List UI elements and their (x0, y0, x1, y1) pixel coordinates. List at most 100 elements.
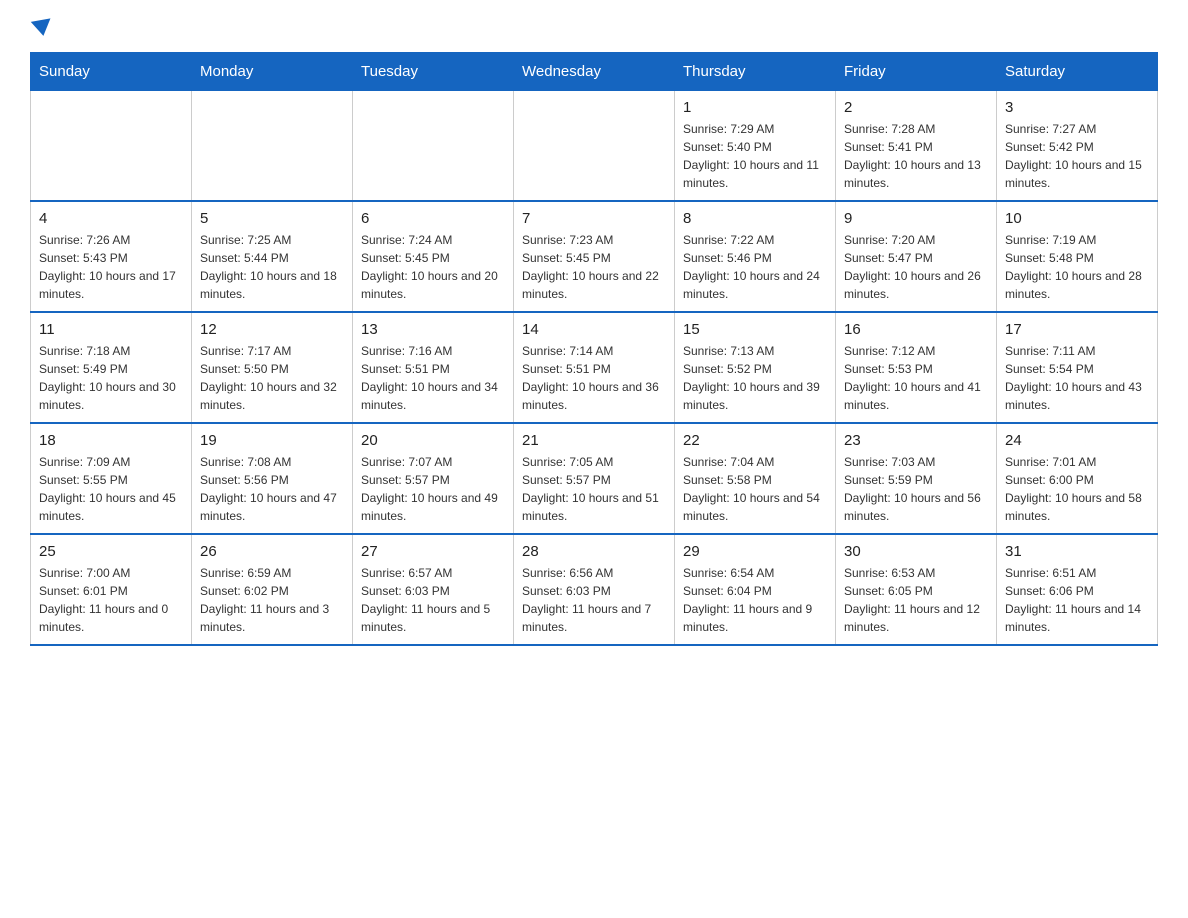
calendar-cell: 3 Sunrise: 7:27 AM Sunset: 5:42 PM Daylig… (997, 91, 1158, 202)
calendar-cell: 15 Sunrise: 7:13 AM Sunset: 5:52 PM Dayli… (675, 312, 836, 423)
calendar-week-row: 4 Sunrise: 7:26 AM Sunset: 5:43 PM Daylig… (31, 201, 1158, 312)
calendar-week-row: 1 Sunrise: 7:29 AM Sunset: 5:40 PM Daylig… (31, 91, 1158, 202)
calendar-cell: 16 Sunrise: 7:12 AM Sunset: 5:53 PM Dayli… (836, 312, 997, 423)
day-info: Sunrise: 7:27 AM Sunset: 5:42 PM Dayligh… (1005, 120, 1149, 192)
calendar-cell: 12 Sunrise: 7:17 AM Sunset: 5:50 PM Dayli… (192, 312, 353, 423)
day-number: 17 (1005, 321, 1149, 338)
day-info: Sunrise: 7:13 AM Sunset: 5:52 PM Dayligh… (683, 342, 827, 414)
day-info: Sunrise: 7:23 AM Sunset: 5:45 PM Dayligh… (522, 231, 666, 303)
calendar-cell: 11 Sunrise: 7:18 AM Sunset: 5:49 PM Dayli… (31, 312, 192, 423)
day-info: Sunrise: 7:28 AM Sunset: 5:41 PM Dayligh… (844, 120, 988, 192)
day-number: 12 (200, 321, 344, 338)
day-number: 11 (39, 321, 183, 338)
day-info: Sunrise: 7:14 AM Sunset: 5:51 PM Dayligh… (522, 342, 666, 414)
calendar-cell (514, 91, 675, 202)
day-number: 31 (1005, 543, 1149, 560)
calendar-cell: 24 Sunrise: 7:01 AM Sunset: 6:00 PM Dayli… (997, 423, 1158, 534)
day-number: 25 (39, 543, 183, 560)
day-number: 5 (200, 210, 344, 227)
calendar-cell: 9Sunrise: 7:20 AM Sunset: 5:47 PM Daylig… (836, 201, 997, 312)
day-info: Sunrise: 7:00 AM Sunset: 6:01 PM Dayligh… (39, 564, 183, 636)
calendar-cell: 23 Sunrise: 7:03 AM Sunset: 5:59 PM Dayli… (836, 423, 997, 534)
day-number: 30 (844, 543, 988, 560)
day-number: 13 (361, 321, 505, 338)
day-number: 18 (39, 432, 183, 449)
day-number: 2 (844, 99, 988, 116)
day-info: Sunrise: 6:51 AM Sunset: 6:06 PM Dayligh… (1005, 564, 1149, 636)
calendar-cell (31, 91, 192, 202)
day-info: Sunrise: 7:09 AM Sunset: 5:55 PM Dayligh… (39, 453, 183, 525)
calendar-cell: 26Sunrise: 6:59 AM Sunset: 6:02 PM Dayli… (192, 534, 353, 645)
day-info: Sunrise: 6:57 AM Sunset: 6:03 PM Dayligh… (361, 564, 505, 636)
day-number: 16 (844, 321, 988, 338)
calendar-cell: 4 Sunrise: 7:26 AM Sunset: 5:43 PM Daylig… (31, 201, 192, 312)
day-number: 4 (39, 210, 183, 227)
col-header-wednesday: Wednesday (514, 53, 675, 91)
day-number: 27 (361, 543, 505, 560)
calendar-header-row: SundayMondayTuesdayWednesdayThursdayFrid… (31, 53, 1158, 91)
page-header (30, 20, 1158, 32)
day-number: 28 (522, 543, 666, 560)
col-header-tuesday: Tuesday (353, 53, 514, 91)
day-number: 10 (1005, 210, 1149, 227)
calendar-table: SundayMondayTuesdayWednesdayThursdayFrid… (30, 52, 1158, 646)
calendar-cell: 13Sunrise: 7:16 AM Sunset: 5:51 PM Dayli… (353, 312, 514, 423)
calendar-cell: 28Sunrise: 6:56 AM Sunset: 6:03 PM Dayli… (514, 534, 675, 645)
day-number: 24 (1005, 432, 1149, 449)
calendar-cell: 18 Sunrise: 7:09 AM Sunset: 5:55 PM Dayli… (31, 423, 192, 534)
day-info: Sunrise: 7:24 AM Sunset: 5:45 PM Dayligh… (361, 231, 505, 303)
calendar-cell: 2 Sunrise: 7:28 AM Sunset: 5:41 PM Daylig… (836, 91, 997, 202)
calendar-week-row: 18 Sunrise: 7:09 AM Sunset: 5:55 PM Dayli… (31, 423, 1158, 534)
day-number: 23 (844, 432, 988, 449)
day-info: Sunrise: 7:03 AM Sunset: 5:59 PM Dayligh… (844, 453, 988, 525)
day-info: Sunrise: 6:54 AM Sunset: 6:04 PM Dayligh… (683, 564, 827, 636)
calendar-cell: 19 Sunrise: 7:08 AM Sunset: 5:56 PM Dayli… (192, 423, 353, 534)
day-info: Sunrise: 7:01 AM Sunset: 6:00 PM Dayligh… (1005, 453, 1149, 525)
day-number: 26 (200, 543, 344, 560)
day-info: Sunrise: 7:12 AM Sunset: 5:53 PM Dayligh… (844, 342, 988, 414)
day-info: Sunrise: 7:26 AM Sunset: 5:43 PM Dayligh… (39, 231, 183, 303)
day-number: 22 (683, 432, 827, 449)
day-info: Sunrise: 6:53 AM Sunset: 6:05 PM Dayligh… (844, 564, 988, 636)
day-number: 7 (522, 210, 666, 227)
day-info: Sunrise: 7:29 AM Sunset: 5:40 PM Dayligh… (683, 120, 827, 192)
day-info: Sunrise: 7:11 AM Sunset: 5:54 PM Dayligh… (1005, 342, 1149, 414)
day-number: 14 (522, 321, 666, 338)
day-number: 1 (683, 99, 827, 116)
day-info: Sunrise: 7:04 AM Sunset: 5:58 PM Dayligh… (683, 453, 827, 525)
calendar-cell: 6Sunrise: 7:24 AM Sunset: 5:45 PM Daylig… (353, 201, 514, 312)
calendar-cell: 29 Sunrise: 6:54 AM Sunset: 6:04 PM Dayli… (675, 534, 836, 645)
calendar-cell: 14 Sunrise: 7:14 AM Sunset: 5:51 PM Dayli… (514, 312, 675, 423)
day-info: Sunrise: 7:25 AM Sunset: 5:44 PM Dayligh… (200, 231, 344, 303)
day-info: Sunrise: 7:22 AM Sunset: 5:46 PM Dayligh… (683, 231, 827, 303)
calendar-cell: 30 Sunrise: 6:53 AM Sunset: 6:05 PM Dayli… (836, 534, 997, 645)
calendar-cell (192, 91, 353, 202)
col-header-thursday: Thursday (675, 53, 836, 91)
day-info: Sunrise: 7:17 AM Sunset: 5:50 PM Dayligh… (200, 342, 344, 414)
logo-text (30, 20, 54, 36)
day-number: 15 (683, 321, 827, 338)
calendar-cell: 27 Sunrise: 6:57 AM Sunset: 6:03 PM Dayli… (353, 534, 514, 645)
day-number: 29 (683, 543, 827, 560)
calendar-cell: 7 Sunrise: 7:23 AM Sunset: 5:45 PM Daylig… (514, 201, 675, 312)
logo (30, 20, 54, 32)
day-info: Sunrise: 7:19 AM Sunset: 5:48 PM Dayligh… (1005, 231, 1149, 303)
calendar-cell: 5 Sunrise: 7:25 AM Sunset: 5:44 PM Daylig… (192, 201, 353, 312)
calendar-cell: 20 Sunrise: 7:07 AM Sunset: 5:57 PM Dayli… (353, 423, 514, 534)
day-number: 9 (844, 210, 988, 227)
day-number: 20 (361, 432, 505, 449)
col-header-friday: Friday (836, 53, 997, 91)
calendar-cell: 22 Sunrise: 7:04 AM Sunset: 5:58 PM Dayli… (675, 423, 836, 534)
logo-triangle-icon (31, 18, 53, 37)
calendar-cell: 1 Sunrise: 7:29 AM Sunset: 5:40 PM Daylig… (675, 91, 836, 202)
day-info: Sunrise: 7:08 AM Sunset: 5:56 PM Dayligh… (200, 453, 344, 525)
day-number: 19 (200, 432, 344, 449)
calendar-week-row: 25 Sunrise: 7:00 AM Sunset: 6:01 PM Dayli… (31, 534, 1158, 645)
calendar-cell: 31 Sunrise: 6:51 AM Sunset: 6:06 PM Dayli… (997, 534, 1158, 645)
day-number: 3 (1005, 99, 1149, 116)
calendar-cell: 17 Sunrise: 7:11 AM Sunset: 5:54 PM Dayli… (997, 312, 1158, 423)
day-info: Sunrise: 7:18 AM Sunset: 5:49 PM Dayligh… (39, 342, 183, 414)
day-info: Sunrise: 7:05 AM Sunset: 5:57 PM Dayligh… (522, 453, 666, 525)
day-info: Sunrise: 7:07 AM Sunset: 5:57 PM Dayligh… (361, 453, 505, 525)
day-number: 21 (522, 432, 666, 449)
